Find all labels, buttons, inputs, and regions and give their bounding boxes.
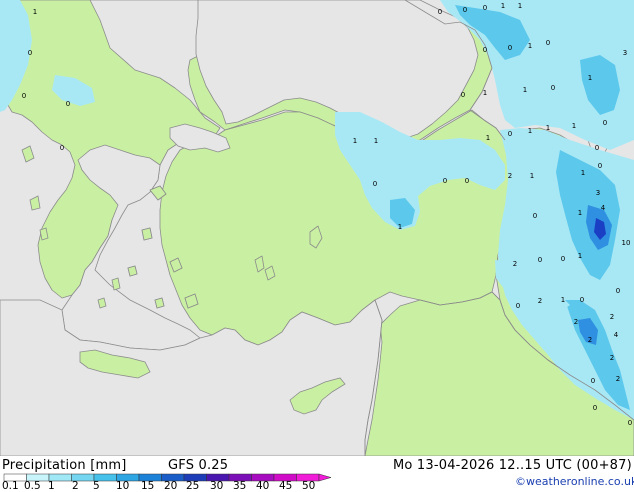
precip-value-label: 1 xyxy=(33,8,37,16)
precip-value-label: 0 xyxy=(66,100,70,108)
precip-value-label: 2 xyxy=(588,336,592,344)
precip-value-label: 0 xyxy=(616,287,620,295)
precip-value-label: 1 xyxy=(374,137,378,145)
precip-value-label: 1 xyxy=(523,86,527,94)
legend-tick-label: 35 xyxy=(233,480,247,492)
precip-value-label: 1 xyxy=(581,169,585,177)
legend-tick-label: 30 xyxy=(210,480,224,492)
precip-value-label: 1 xyxy=(572,122,576,130)
precip-value-label: 1 xyxy=(530,172,534,180)
precip-value-label: 0 xyxy=(580,296,584,304)
precip-value-label: 0 xyxy=(546,39,550,47)
legend-tick-label: 5 xyxy=(93,480,100,492)
precip-value-label: 1 xyxy=(561,296,565,304)
precip-value-label: 1 xyxy=(353,137,357,145)
precip-value-label: 2 xyxy=(616,375,620,383)
precip-value-label: 0 xyxy=(463,6,467,14)
precip-value-label: 0 xyxy=(508,44,512,52)
precip-value-label: 2 xyxy=(508,172,512,180)
precip-value-label: 1 xyxy=(518,2,522,10)
legend-tick-label: 10 xyxy=(116,480,130,492)
precip-value-label: 0 xyxy=(373,180,377,188)
credit-text[interactable]: ©weatheronline.co.uk xyxy=(515,475,634,488)
precip-value-label: 0 xyxy=(628,419,632,427)
precip-value-label: 0 xyxy=(551,84,555,92)
precip-value-label: 0 xyxy=(483,46,487,54)
precip-value-label: 1 xyxy=(588,74,592,82)
valid-time: Mo 13-04-2026 12..15 UTC (00+87) xyxy=(393,458,632,473)
precip-value-label: 1 xyxy=(483,89,487,97)
precip-value-label: 0 xyxy=(443,177,447,185)
precip-value-label: 0 xyxy=(465,177,469,185)
precip-value-label: 1 xyxy=(486,134,490,142)
precip-value-label: 0 xyxy=(516,302,520,310)
precip-value-label: 1 xyxy=(578,252,582,260)
legend-tick-label: 0.5 xyxy=(24,480,41,492)
precip-value-label: 10 xyxy=(622,239,631,247)
precip-value-label: 3 xyxy=(623,49,627,57)
precip-value-label: 0 xyxy=(538,256,542,264)
precip-value-label: 0 xyxy=(22,92,26,100)
precip-value-label: 4 xyxy=(614,331,619,339)
precip-value-label: 1 xyxy=(501,2,505,10)
precip-value-label: 1 xyxy=(528,127,532,135)
precip-value-label: 1 xyxy=(546,124,550,132)
precip-value-label: 0 xyxy=(60,144,64,152)
precip-value-label: 0 xyxy=(561,255,565,263)
model-name: GFS 0.25 xyxy=(168,458,229,473)
precip-value-label: 3 xyxy=(596,189,600,197)
legend-tick-label: 45 xyxy=(279,480,293,492)
precip-value-label: 0 xyxy=(461,91,465,99)
precip-value-label: 2 xyxy=(574,318,578,326)
legend-tick-label: 40 xyxy=(256,480,270,492)
precip-value-label: 4 xyxy=(601,204,606,212)
precip-value-label: 0 xyxy=(438,8,442,16)
legend-tick-label: 50 xyxy=(302,480,316,492)
legend-tick-label: 15 xyxy=(141,480,155,492)
precip-value-label: 1 xyxy=(398,223,402,231)
legend-tick-label: 2 xyxy=(72,480,79,492)
precip-value-label: 2 xyxy=(610,313,614,321)
precip-value-label: 0 xyxy=(483,4,487,12)
precip-value-label: 2 xyxy=(538,297,542,305)
precip-value-label: 0 xyxy=(508,130,512,138)
precipitation-map: 100000 0 0 1 101001301011 0 1 1 1 01 10 0 02 10013001… xyxy=(0,0,634,456)
precip-value-label: 0 xyxy=(533,212,537,220)
legend-tick-label: 0.1 xyxy=(2,480,19,492)
precip-value-label: 2 xyxy=(610,354,614,362)
precip-value-label: 1 xyxy=(578,209,582,217)
precip-value-label: 0 xyxy=(591,377,595,385)
precip-value-label: 0 xyxy=(593,404,597,412)
precip-value-label: 0 xyxy=(595,144,599,152)
precip-value-label: 0 xyxy=(603,119,607,127)
legend-tick-label: 25 xyxy=(186,480,200,492)
title-left: Precipitation [mm] xyxy=(2,458,127,473)
precip-value-label: 1 xyxy=(528,42,532,50)
precip-value-label: 0 xyxy=(598,162,602,170)
legend-tick-label: 1 xyxy=(48,480,55,492)
precip-value-label: 0 xyxy=(28,49,32,57)
legend-tick-label: 20 xyxy=(164,480,178,492)
legend-overflow-arrow xyxy=(318,473,332,482)
precip-value-label: 2 xyxy=(513,260,517,268)
